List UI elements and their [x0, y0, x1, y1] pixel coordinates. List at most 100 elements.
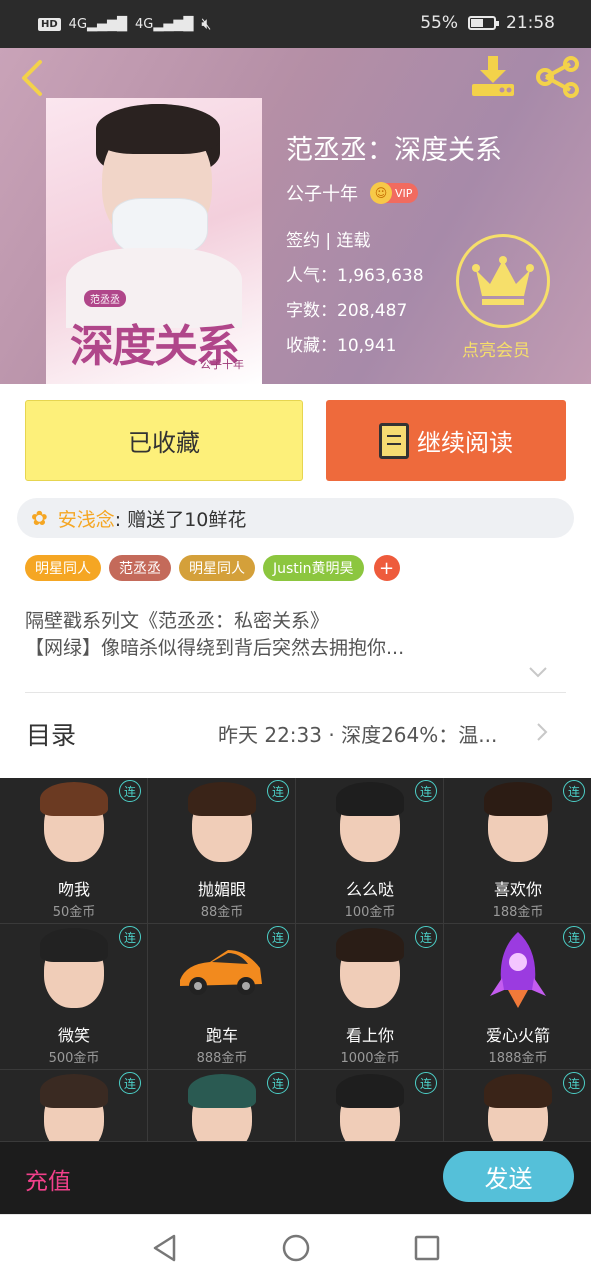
mute-icon: 🔇︎: [201, 14, 212, 33]
avatar-hair: [40, 928, 108, 962]
combo-badge: 连: [119, 1072, 141, 1094]
combo-badge: 连: [267, 926, 289, 948]
member-button[interactable]: [456, 234, 550, 328]
gift-name: 看上你: [345, 1026, 394, 1045]
author-row: 公子十年 ☺ VIP: [286, 180, 419, 206]
tag[interactable]: 范丞丞: [109, 555, 171, 581]
back-button[interactable]: [14, 58, 54, 98]
signal-icon: 4G▂▄▆█: [68, 16, 128, 32]
gift-item[interactable]: 连: [148, 1070, 296, 1142]
gift-name: 跑车: [205, 1026, 238, 1045]
gift-footer: 充值 发送: [0, 1142, 591, 1214]
gift-price: 88金币: [200, 905, 244, 920]
gift-item[interactable]: 连么么哒 100金币: [296, 778, 444, 924]
back-triangle-icon[interactable]: [150, 1233, 180, 1263]
continue-reading-label: 继续阅读: [417, 429, 513, 457]
author-name[interactable]: 公子十年: [286, 180, 358, 206]
gift-item[interactable]: 连喜欢你 188金币: [444, 778, 591, 924]
tag[interactable]: 明星同人: [25, 555, 101, 581]
recents-square-icon[interactable]: [412, 1233, 442, 1263]
gift-item[interactable]: 连微笑 500金币: [0, 924, 148, 1070]
chevron-left-icon: [22, 60, 42, 96]
gift-name: 么么哒: [345, 880, 394, 899]
gift-item[interactable]: 连看上你 1000金币: [296, 924, 444, 1070]
gift-avatar: [478, 1074, 558, 1141]
hd-indicator: HD: [38, 17, 61, 31]
gift-item[interactable]: 连抛媚眼 88金币: [148, 778, 296, 924]
gift-grid: 连吻我 50金币连抛媚眼 88金币连么么哒 100金币连喜欢你 188金币连微笑 500金…: [0, 778, 591, 1142]
gift-item[interactable]: 连: [296, 1070, 444, 1142]
continue-reading-button[interactable]: 继续阅读: [326, 400, 566, 481]
battery-icon: [468, 16, 499, 30]
gift-price: 188金币: [492, 905, 544, 920]
gift-price: 1888金币: [488, 1051, 548, 1066]
gift-avatar: [182, 782, 262, 866]
tag[interactable]: Justin黄明昊: [263, 555, 364, 581]
favorited-button[interactable]: 已收藏: [25, 400, 303, 481]
avatar-hair: [484, 1074, 552, 1108]
clock: 21:58: [506, 13, 555, 33]
combo-badge: 连: [415, 780, 437, 802]
gift-avatar: [182, 1074, 262, 1141]
flower-icon: ✿: [31, 506, 48, 530]
toc-title: 目录: [26, 721, 77, 750]
gift-item[interactable]: 连吻我 50金币: [0, 778, 148, 924]
cover-author: 公子十年: [200, 358, 244, 371]
download-icon: [472, 56, 514, 96]
avatar-hair: [40, 782, 108, 816]
tag[interactable]: 明星同人: [179, 555, 255, 581]
table-of-contents-row[interactable]: 目录 昨天 22:33 · 深度264%：温...: [0, 700, 591, 766]
vip-badge: ☺ VIP: [370, 182, 419, 204]
gift-item[interactable]: 连跑车 888金币: [148, 924, 296, 1070]
gift-avatar: [330, 928, 410, 1012]
battery-percent: 55%: [420, 13, 458, 33]
popularity-label: 人气：: [286, 266, 337, 286]
gift-ticker[interactable]: ✿ 安浅念: 赠送了10鲜花: [17, 498, 574, 538]
gift-name: 抛媚眼: [197, 880, 246, 899]
add-tag-button[interactable]: +: [373, 555, 400, 581]
book-cover[interactable]: 范丞丞 深度关系 公子十年: [46, 98, 262, 384]
gift-price: 100金币: [344, 905, 396, 920]
download-button[interactable]: [470, 54, 516, 98]
combo-badge: 连: [563, 926, 585, 948]
share-button[interactable]: [534, 56, 582, 98]
favorited-label: 已收藏: [128, 429, 200, 457]
book-status: 签约 | 连载: [286, 231, 371, 251]
popularity-row: 人气：1,963,638: [286, 261, 424, 286]
favorites-value: 10,941: [337, 336, 397, 356]
network-type: 4G: [68, 16, 88, 32]
favorites-label: 收藏：: [286, 336, 337, 356]
gift-item[interactable]: 连: [0, 1070, 148, 1142]
recharge-button[interactable]: 充值: [25, 1162, 71, 1196]
send-button[interactable]: 发送: [443, 1151, 574, 1202]
status-bar: HD 4G▂▄▆█ 4G▂▄▆█ 🔇︎ 55% 21:58: [0, 0, 591, 48]
share-icon: [536, 56, 579, 98]
home-circle-icon[interactable]: [281, 1233, 311, 1263]
gift-item[interactable]: 连: [444, 1070, 591, 1142]
word-count-value: 208,487: [337, 301, 408, 321]
cover-fringe: [96, 104, 220, 154]
gift-name: 爱心火箭: [485, 1026, 550, 1045]
book-title: 范丞丞：深度关系: [286, 135, 502, 166]
gift-name: 微笑: [57, 1026, 90, 1045]
gift-panel: 连吻我 50金币连抛媚眼 88金币连么么哒 100金币连喜欢你 188金币连微笑 500金…: [0, 778, 591, 1214]
intro-line: 隔壁戳系列文《范丞丞：私密关系》: [25, 610, 330, 632]
ticker-message: : 赠送了10鲜花: [114, 508, 247, 531]
avatar-hair: [188, 782, 256, 816]
ticker-user: 安浅念: [57, 508, 115, 531]
combo-badge: 连: [563, 1072, 585, 1094]
gift-avatar: [330, 1074, 410, 1141]
member-label[interactable]: 点亮会员: [462, 336, 530, 361]
book-header: 范丞丞 深度关系 公子十年 范丞丞：深度关系 公子十年 ☺ VIP 签约 | 连…: [0, 48, 591, 384]
book-icon: [379, 422, 409, 459]
rocket-icon: [478, 928, 558, 1012]
book-intro[interactable]: 隔壁戳系列文《范丞丞：私密关系》 【网绿】像暗杀似得绕到背后突然去拥抱你...: [25, 608, 565, 662]
gift-item[interactable]: 连爱心火箭 1888金币: [444, 924, 591, 1070]
gift-name: 吻我: [57, 880, 90, 899]
cover-series-tag: 范丞丞: [84, 290, 126, 307]
chevron-down-icon[interactable]: [528, 666, 548, 678]
latest-chapter: 昨天 22:33 · 深度264%：温...: [218, 723, 498, 747]
avatar-hair: [336, 782, 404, 816]
gift-avatar: [330, 782, 410, 866]
network-type-2: 4G: [135, 16, 154, 32]
